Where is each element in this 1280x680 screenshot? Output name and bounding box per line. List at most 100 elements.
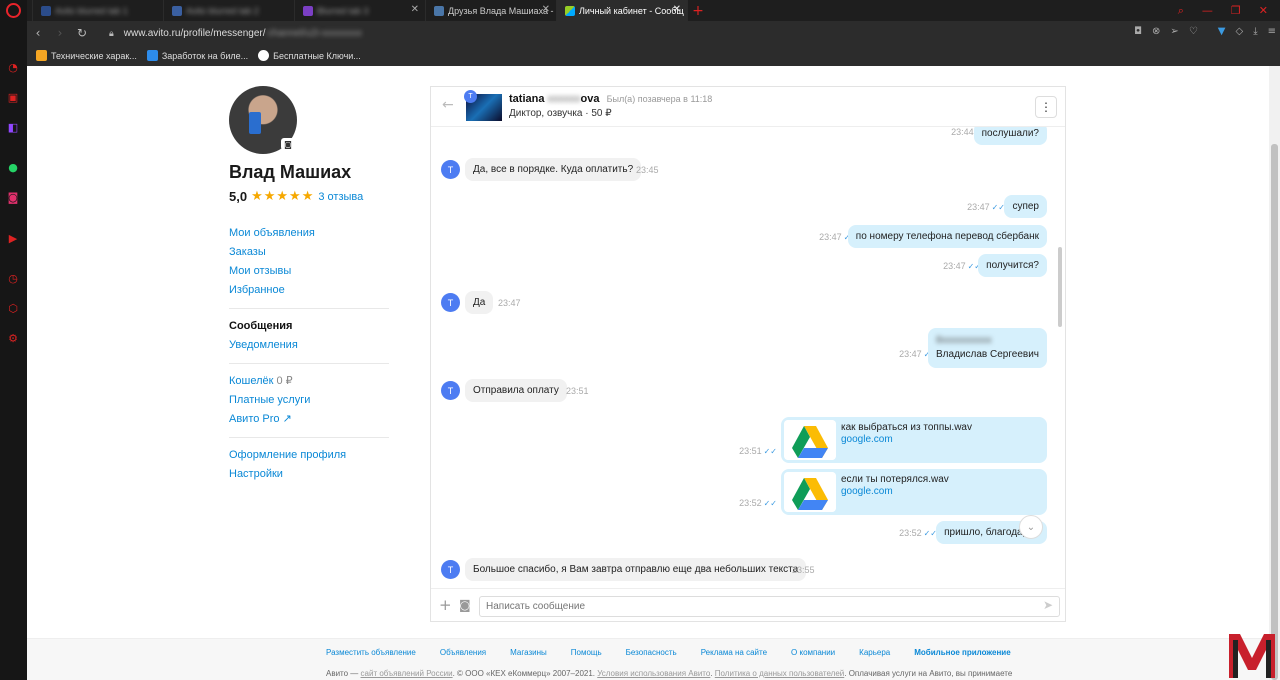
footer-link[interactable]: О компании xyxy=(791,648,835,657)
file-message[interactable]: как выбраться из топпы.wav google.com xyxy=(781,417,1047,463)
camera-icon[interactable]: ◘ xyxy=(1134,26,1142,37)
scroll-down-button[interactable]: ⌄ xyxy=(1019,515,1043,539)
reviews-link[interactable]: 3 отзыва xyxy=(318,191,363,203)
footer-link[interactable]: Карьера xyxy=(859,648,890,657)
opera-logo-icon[interactable] xyxy=(6,3,21,18)
menu-messages[interactable]: Сообщения xyxy=(229,317,389,336)
menu-my-ads[interactable]: Мои объявления xyxy=(229,224,389,243)
bookmarks-bar: Технические харак... Заработок на биле..… xyxy=(27,45,1280,66)
menu-group-settings: Оформление профиля Настройки xyxy=(229,437,389,492)
bookmark-label: Технические харак... xyxy=(51,50,137,61)
menu-profile-design[interactable]: Оформление профиля xyxy=(229,446,389,465)
menu-notifications[interactable]: Уведомления xyxy=(229,336,389,355)
scrollbar-thumb[interactable] xyxy=(1271,144,1278,680)
adblock-icon[interactable]: ⊗ xyxy=(1152,26,1160,37)
chat-panel: 23:44✓✓ послушали? T Да, все в порядке. … xyxy=(430,86,1066,622)
search-icon[interactable]: ⌕ xyxy=(1178,4,1184,18)
extensions-icon[interactable]: ⬡ xyxy=(6,301,20,315)
chat-scrollbar[interactable] xyxy=(1058,247,1062,327)
message-time: 23:52 ✓✓ xyxy=(739,498,777,508)
tab-label: Blurred tab 3 xyxy=(317,5,369,16)
footer-inline-link[interactable]: сайт объявлений России xyxy=(361,669,453,678)
message-time: 23:52 ✓✓ xyxy=(899,528,937,538)
menu-my-reviews[interactable]: Мои отзывы xyxy=(229,262,389,281)
speed-dial-icon[interactable]: ◔ xyxy=(6,60,20,74)
menu-icon[interactable]: ≡ xyxy=(1268,26,1276,37)
send-icon[interactable]: ➢ xyxy=(1170,26,1178,37)
menu-paid-services[interactable]: Платные услуги xyxy=(229,391,389,410)
address-bar: ‹ › ↻ 🔒︎ www.avito.ru/profile/messenger/… xyxy=(27,21,1280,45)
footer-link[interactable]: Безопасность xyxy=(626,648,677,657)
download-icon[interactable]: ⤓ xyxy=(1253,26,1257,37)
footer-inline-link[interactable]: Политика о данных пользователей xyxy=(715,669,844,678)
tab-2[interactable]: Avito blurred tab 2 xyxy=(164,0,295,21)
footer-link[interactable]: Реклама на сайте xyxy=(701,648,767,657)
tab-1[interactable]: Avito blurred tab 1 xyxy=(33,0,164,21)
shopping-bag-icon[interactable]: ▣ xyxy=(6,90,20,104)
message-input[interactable] xyxy=(479,596,1060,617)
cube-icon[interactable]: ◇ xyxy=(1235,26,1243,37)
history-icon[interactable]: ◷ xyxy=(6,271,20,285)
star-rating-icon: ★★★★★ xyxy=(251,189,315,204)
footer-link[interactable]: Разместить объявление xyxy=(326,648,416,657)
menu-wallet[interactable]: Кошелёк 0 ₽ xyxy=(229,372,389,391)
cart-icon[interactable]: ▼ xyxy=(1218,26,1226,37)
instagram-icon[interactable]: ◙ xyxy=(6,190,20,204)
menu-orders[interactable]: Заказы xyxy=(229,243,389,262)
more-options-button[interactable]: ⋮ xyxy=(1035,96,1057,118)
forward-button[interactable]: › xyxy=(49,26,71,40)
bookmark-3[interactable]: Бесплатные Ключи... xyxy=(258,50,361,61)
close-tab-icon[interactable]: ✕ xyxy=(411,4,419,15)
restore-icon[interactable]: ❐ xyxy=(1231,4,1241,17)
tab-4[interactable]: Друзья Влада Машиаха - ✕ xyxy=(426,0,557,21)
file-link[interactable]: google.com xyxy=(841,486,893,497)
bookmark-2[interactable]: Заработок на биле... xyxy=(146,50,248,61)
contact-hidden: xxxxxx xyxy=(547,93,581,105)
close-window-icon[interactable]: ✕ xyxy=(1259,4,1268,17)
tab-favicon-icon xyxy=(303,5,313,16)
message-out: получится? xyxy=(978,254,1047,277)
page-scrollbar[interactable] xyxy=(1269,66,1280,680)
close-tab-icon[interactable]: ✕ xyxy=(542,4,550,15)
footer-link[interactable]: Магазины xyxy=(510,648,547,657)
attach-plus-icon[interactable]: + xyxy=(439,596,452,614)
menu-avito-pro[interactable]: Авито Pro ↗ xyxy=(229,410,389,429)
footer-inline-link[interactable]: Условия использования Авито xyxy=(597,669,710,678)
message-time: 23:51 ✓✓ xyxy=(739,446,777,456)
back-arrow-icon[interactable]: ← xyxy=(442,97,454,113)
footer-mobile-app-link[interactable]: Мобильное приложение xyxy=(914,648,1010,657)
file-link[interactable]: google.com xyxy=(841,434,893,445)
tab-label: Avito blurred tab 2 xyxy=(186,5,259,16)
settings-icon[interactable]: ⚙ xyxy=(6,331,20,345)
minimize-icon[interactable]: — xyxy=(1202,4,1213,17)
menu-favorites[interactable]: Избранное xyxy=(229,281,389,300)
footer-link[interactable]: Помощь xyxy=(571,648,602,657)
new-tab-button[interactable]: + xyxy=(688,0,708,21)
heart-icon[interactable]: ♡ xyxy=(1189,26,1198,37)
back-button[interactable]: ‹ xyxy=(27,26,49,40)
player-icon[interactable]: ▶ xyxy=(6,231,20,245)
bookmark-1[interactable]: Технические харак... xyxy=(36,50,137,61)
message-out: по номеру телефона перевод сбербанк xyxy=(847,225,1047,248)
whatsapp-icon[interactable]: ● xyxy=(6,160,20,174)
twitch-icon[interactable]: ◧ xyxy=(6,120,20,134)
menu-group-listings: Мои объявления Заказы Мои отзывы Избранн… xyxy=(229,216,389,308)
message-time: 23:51 xyxy=(566,386,589,396)
menu-settings[interactable]: Настройки xyxy=(229,465,389,484)
tab-3[interactable]: Blurred tab 3 ✕ xyxy=(295,0,426,21)
camera-icon[interactable]: ◙ xyxy=(281,138,295,150)
send-icon[interactable]: ➤ xyxy=(1043,598,1053,612)
reload-button[interactable]: ↻ xyxy=(71,26,93,40)
avatar[interactable]: ◙ xyxy=(229,86,297,154)
camera-icon[interactable]: ◙ xyxy=(459,598,471,612)
file-message[interactable]: если ты потерялся.wav google.com xyxy=(781,469,1047,515)
close-tab-icon[interactable]: ✕ xyxy=(673,4,681,15)
contact-name[interactable]: tatiana xxxxxxova Был(а) позавчера в 11:… xyxy=(509,93,712,105)
tab-5-active[interactable]: Личный кабинет - Сообщ ✕ xyxy=(557,0,688,21)
message-in: Да, все в порядке. Куда оплатить? xyxy=(465,158,642,181)
rating-value: 5,0 xyxy=(229,189,248,204)
footer-link[interactable]: Объявления xyxy=(440,648,486,657)
url-field[interactable]: 🔒︎ www.avito.ru/profile/messenger/ chann… xyxy=(109,28,362,39)
read-check-icon: ✓✓ xyxy=(991,203,1005,212)
message-time: 23:47 xyxy=(498,298,521,308)
